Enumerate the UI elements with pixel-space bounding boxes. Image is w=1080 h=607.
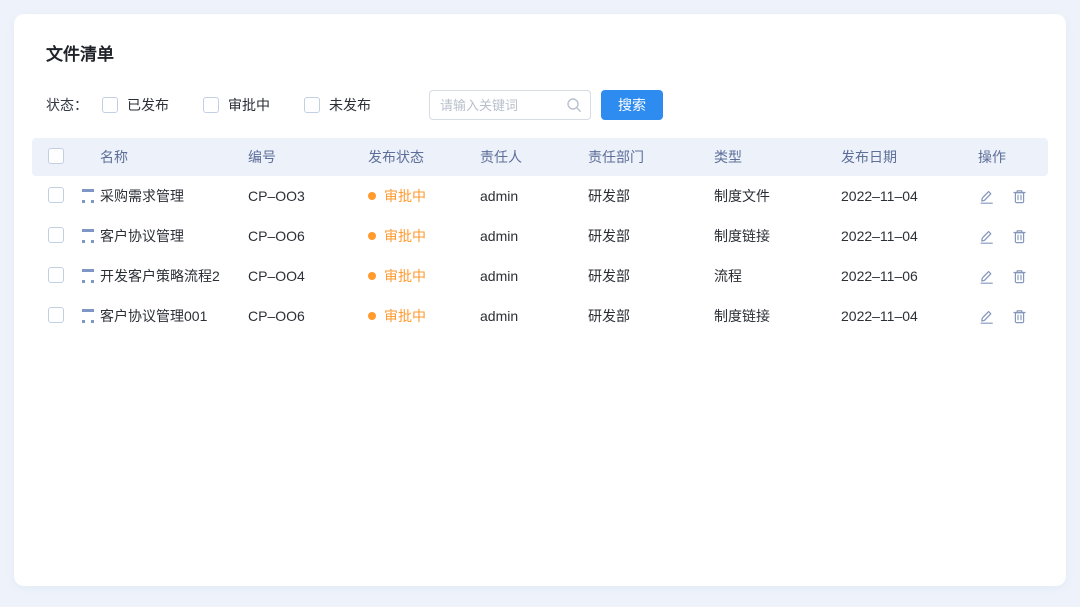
- file-type: 制度链接: [714, 226, 841, 246]
- edit-pencil-icon[interactable]: [978, 268, 995, 285]
- table-header-row: 名称 编号 发布状态 责任人 责任部门 类型 发布日期 操作: [32, 138, 1048, 176]
- file-table: 名称 编号 发布状态 责任人 责任部门 类型 发布日期 操作 采购需求管理 CP…: [32, 138, 1048, 336]
- status-dot-icon: [368, 312, 376, 320]
- trash-icon[interactable]: [1011, 228, 1028, 245]
- status-text: 审批中: [384, 306, 426, 326]
- file-publish-date: 2022–11–04: [841, 188, 978, 204]
- file-department: 研发部: [588, 226, 714, 246]
- drag-handle-icon[interactable]: [82, 269, 94, 283]
- column-header-status: 发布状态: [368, 147, 480, 167]
- unpublished-checkbox[interactable]: [304, 97, 320, 113]
- column-header-name: 名称: [82, 147, 248, 167]
- file-owner: admin: [480, 268, 588, 284]
- trash-icon[interactable]: [1011, 268, 1028, 285]
- file-code: CP–OO6: [248, 308, 368, 324]
- status-text: 审批中: [384, 226, 426, 246]
- status-dot-icon: [368, 272, 376, 280]
- file-department: 研发部: [588, 186, 714, 206]
- file-code: CP–OO4: [248, 268, 368, 284]
- table-row: 开发客户策略流程2 CP–OO4 审批中 admin 研发部 流程 2022–1…: [32, 256, 1048, 296]
- file-department: 研发部: [588, 306, 714, 326]
- row-checkbox[interactable]: [48, 187, 64, 203]
- drag-handle-icon[interactable]: [82, 229, 94, 243]
- edit-pencil-icon[interactable]: [978, 188, 995, 205]
- status-text: 审批中: [384, 266, 426, 286]
- filter-option-unpublished: 未发布: [304, 95, 371, 115]
- table-row: 客户协议管理001 CP–OO6 审批中 admin 研发部 制度链接 2022…: [32, 296, 1048, 336]
- filter-option-published: 已发布: [102, 95, 169, 115]
- table-body: 采购需求管理 CP–OO3 审批中 admin 研发部 制度文件 2022–11…: [32, 176, 1048, 336]
- file-name: 开发客户策略流程2: [100, 266, 220, 286]
- column-header-owner: 责任人: [480, 147, 588, 167]
- filter-option-approving: 审批中: [203, 95, 270, 115]
- file-code: CP–OO6: [248, 228, 368, 244]
- column-header-type: 类型: [714, 147, 841, 167]
- file-publish-date: 2022–11–04: [841, 228, 978, 244]
- column-header-department: 责任部门: [588, 147, 714, 167]
- column-header-code: 编号: [248, 147, 368, 167]
- filter-bar: 状态： 已发布 审批中 未发布 搜索: [32, 90, 1048, 120]
- file-owner: admin: [480, 228, 588, 244]
- table-row: 客户协议管理 CP–OO6 审批中 admin 研发部 制度链接 2022–11…: [32, 216, 1048, 256]
- file-owner: admin: [480, 188, 588, 204]
- file-department: 研发部: [588, 266, 714, 286]
- trash-icon[interactable]: [1011, 188, 1028, 205]
- edit-pencil-icon[interactable]: [978, 228, 995, 245]
- drag-handle-icon[interactable]: [82, 309, 94, 323]
- edit-pencil-icon[interactable]: [978, 308, 995, 325]
- search-input[interactable]: [429, 90, 591, 120]
- approving-checkbox[interactable]: [203, 97, 219, 113]
- file-publish-date: 2022–11–06: [841, 268, 978, 284]
- column-header-operations: 操作: [978, 147, 1048, 167]
- status-dot-icon: [368, 232, 376, 240]
- file-owner: admin: [480, 308, 588, 324]
- file-list-card: 文件清单 状态： 已发布 审批中 未发布 搜索: [14, 14, 1066, 586]
- search-box: [429, 90, 591, 120]
- file-name: 客户协议管理: [100, 226, 184, 246]
- page-title: 文件清单: [32, 40, 1048, 65]
- file-code: CP–OO3: [248, 188, 368, 204]
- file-type: 制度链接: [714, 306, 841, 326]
- status-text: 审批中: [384, 186, 426, 206]
- row-checkbox[interactable]: [48, 267, 64, 283]
- unpublished-checkbox-label: 未发布: [329, 95, 371, 115]
- select-all-checkbox[interactable]: [48, 148, 64, 164]
- approving-checkbox-label: 审批中: [228, 95, 270, 115]
- file-type: 制度文件: [714, 186, 841, 206]
- status-dot-icon: [368, 192, 376, 200]
- status-filter-label: 状态：: [46, 95, 88, 115]
- search-button[interactable]: 搜索: [601, 90, 663, 120]
- column-header-date: 发布日期: [841, 147, 978, 167]
- drag-handle-icon[interactable]: [82, 189, 94, 203]
- file-type: 流程: [714, 266, 841, 286]
- trash-icon[interactable]: [1011, 308, 1028, 325]
- published-checkbox[interactable]: [102, 97, 118, 113]
- row-checkbox[interactable]: [48, 227, 64, 243]
- file-name: 客户协议管理001: [100, 306, 207, 326]
- file-publish-date: 2022–11–04: [841, 308, 978, 324]
- file-name: 采购需求管理: [100, 186, 184, 206]
- table-row: 采购需求管理 CP–OO3 审批中 admin 研发部 制度文件 2022–11…: [32, 176, 1048, 216]
- published-checkbox-label: 已发布: [127, 95, 169, 115]
- row-checkbox[interactable]: [48, 307, 64, 323]
